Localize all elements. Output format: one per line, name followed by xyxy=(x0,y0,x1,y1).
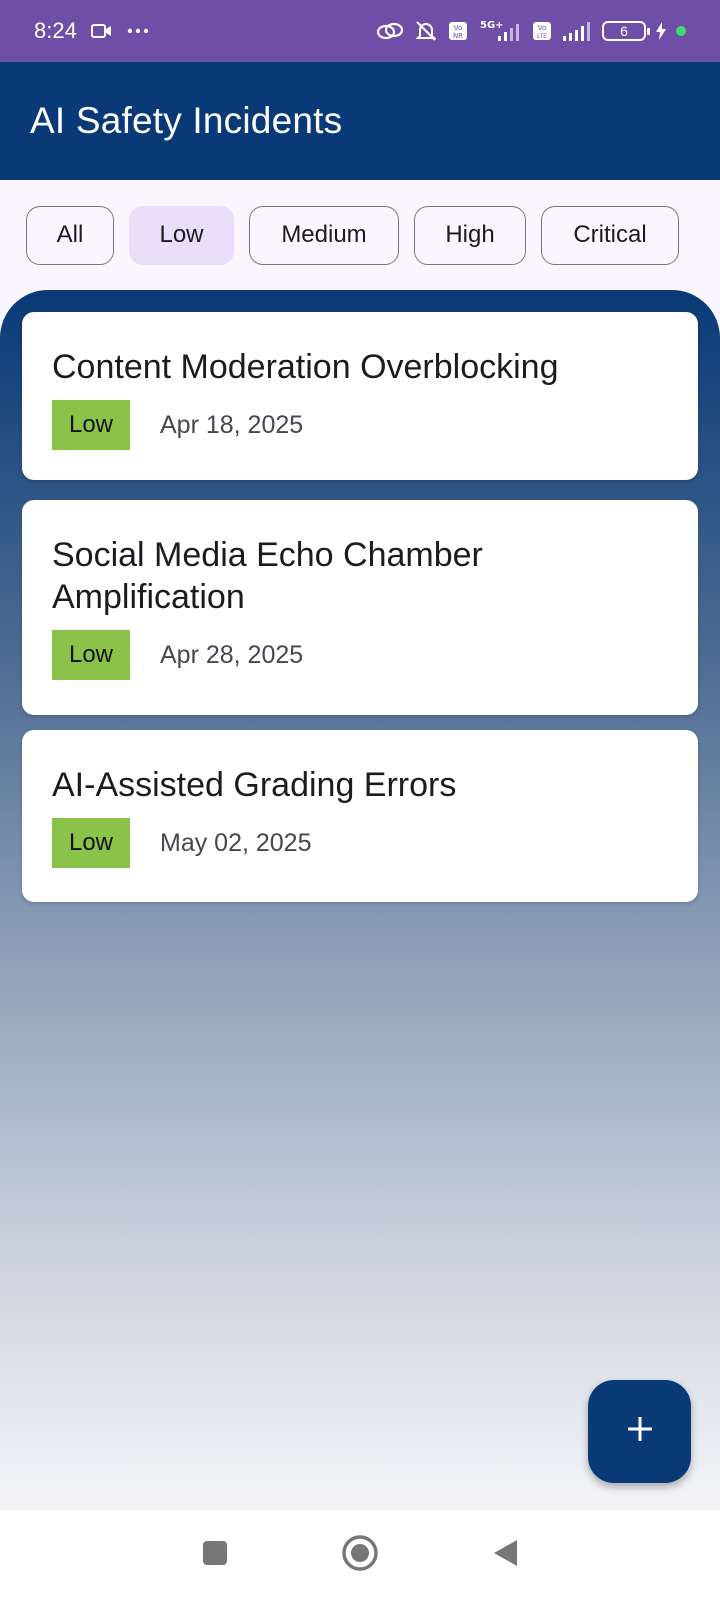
filter-chip-label: Medium xyxy=(281,221,367,248)
charging-icon xyxy=(656,22,666,40)
incident-meta: Low Apr 18, 2025 xyxy=(52,400,668,450)
status-bar-right: Vo NR 5G+ Vo LTE 6 xyxy=(376,19,686,43)
volte-icon: Vo LTE xyxy=(532,21,552,41)
svg-text:LTE: LTE xyxy=(537,33,547,40)
svg-text:Vo: Vo xyxy=(538,24,547,32)
status-dot xyxy=(676,26,686,36)
incident-meta: Low Apr 28, 2025 xyxy=(52,630,668,680)
plus-icon xyxy=(625,1414,655,1449)
svg-text:5G+: 5G+ xyxy=(480,20,504,31)
incident-meta: Low May 02, 2025 xyxy=(52,818,668,868)
incident-title: Social Media Echo Chamber Amplification xyxy=(52,536,483,616)
app-bar: AI Safety Incidents xyxy=(0,62,720,180)
incident-date: May 02, 2025 xyxy=(160,828,312,857)
vonr-icon: Vo NR xyxy=(448,21,468,41)
filter-chip-high[interactable]: High xyxy=(414,205,526,265)
home-circle-icon[interactable] xyxy=(341,1534,379,1577)
filter-chip-label: High xyxy=(445,221,495,248)
battery-icon: 6 xyxy=(602,21,650,41)
incident-date: Apr 18, 2025 xyxy=(160,410,304,439)
signal-5g-icon: 5G+ xyxy=(478,19,522,43)
incident-card[interactable]: Content Moderation Overblocking Low Apr … xyxy=(22,312,698,480)
incident-title: Content Moderation Overblocking xyxy=(52,348,559,386)
filter-chip-low[interactable]: Low xyxy=(129,205,234,265)
severity-badge: Low xyxy=(52,400,130,450)
filter-chip-all[interactable]: All xyxy=(26,205,114,265)
filter-chip-medium[interactable]: Medium xyxy=(249,205,399,265)
incident-title: AI-Assisted Grading Errors xyxy=(52,766,457,804)
incident-date: Apr 28, 2025 xyxy=(160,640,304,669)
filter-chip-critical[interactable]: Critical xyxy=(541,205,679,265)
link-icon xyxy=(376,20,404,42)
video-camera-icon xyxy=(90,22,113,40)
bell-off-icon xyxy=(414,19,438,43)
filter-chip-label: All xyxy=(56,221,84,248)
back-triangle-icon[interactable] xyxy=(491,1538,519,1573)
incident-list-panel: Content Moderation Overblocking Low Apr … xyxy=(0,290,720,1510)
severity-badge: Low xyxy=(52,630,130,680)
severity-badge: Low xyxy=(52,818,130,868)
signal-icon xyxy=(562,20,592,42)
more-dots-icon xyxy=(127,28,149,34)
battery-level: 6 xyxy=(620,23,628,39)
svg-text:NR: NR xyxy=(453,32,463,40)
page-title: AI Safety Incidents xyxy=(30,100,343,141)
status-bar-left: 8:24 xyxy=(34,18,149,44)
recents-square-icon[interactable] xyxy=(201,1539,229,1572)
add-incident-button[interactable] xyxy=(588,1380,691,1483)
incident-card[interactable]: AI-Assisted Grading Errors Low May 02, 2… xyxy=(22,730,698,902)
filter-chip-label: Critical xyxy=(573,221,647,248)
svg-text:Vo: Vo xyxy=(454,24,463,32)
status-bar: 8:24 Vo NR 5G+ Vo LTE 6 xyxy=(0,0,720,62)
filter-chip-label: Low xyxy=(159,221,204,248)
system-nav-bar xyxy=(0,1510,720,1600)
status-time: 8:24 xyxy=(34,18,77,43)
incident-card[interactable]: Social Media Echo Chamber Amplification … xyxy=(22,500,698,715)
severity-filter-bar: All Low Medium High Critical xyxy=(0,180,720,290)
